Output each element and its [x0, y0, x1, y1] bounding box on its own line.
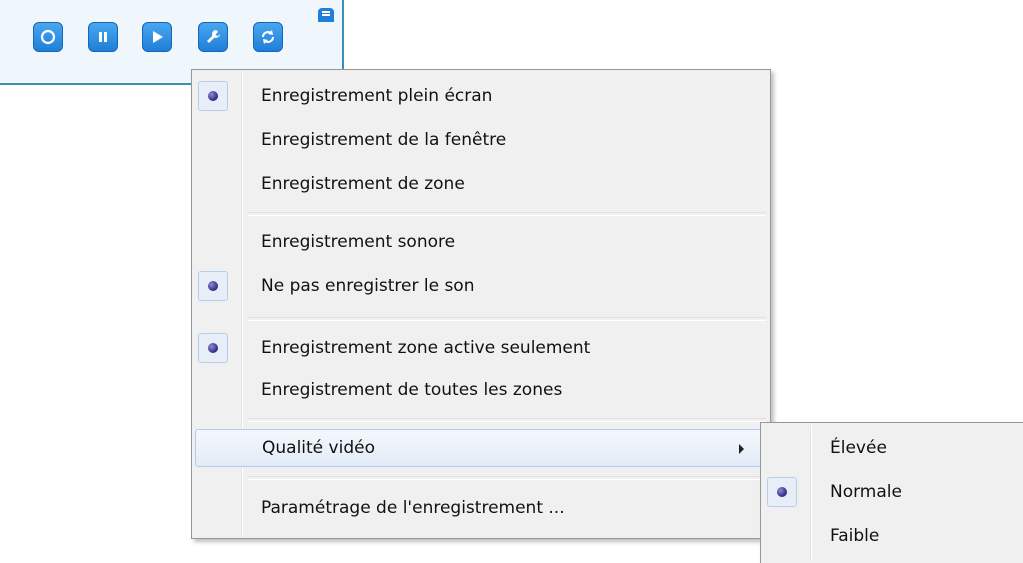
play-icon: [153, 31, 163, 43]
menu-item-label: Enregistrement de toutes les zones: [261, 380, 563, 400]
play-button[interactable]: [142, 22, 172, 52]
menu-item-all-zones[interactable]: Enregistrement de toutes les zones: [195, 371, 767, 409]
submenu-item-label: Faible: [830, 526, 880, 546]
radio-check-icon: [198, 81, 228, 111]
menu-item-fullscreen[interactable]: Enregistrement plein écran: [195, 77, 767, 115]
menu-separator: [248, 418, 766, 422]
menu-item-recording-settings[interactable]: Paramétrage de l'enregistrement ...: [195, 489, 767, 527]
drag-handle[interactable]: [318, 8, 334, 22]
record-icon: [40, 29, 56, 45]
menu-item-no-sound[interactable]: Ne pas enregistrer le son: [195, 267, 767, 305]
menu-item-video-quality[interactable]: Qualité vidéo: [195, 429, 767, 467]
menu-item-sound[interactable]: Enregistrement sonore: [195, 223, 767, 261]
menu-item-label: Paramétrage de l'enregistrement ...: [261, 498, 565, 518]
radio-check-icon: [767, 477, 797, 507]
menu-item-label: Enregistrement de la fenêtre: [261, 130, 507, 150]
menu-item-zone[interactable]: Enregistrement de zone: [195, 165, 767, 203]
wrench-icon: [207, 30, 220, 43]
menu-item-window[interactable]: Enregistrement de la fenêtre: [195, 121, 767, 159]
video-quality-submenu: Élevée Normale Faible: [760, 422, 1023, 563]
radio-check-icon: [198, 333, 228, 363]
submenu-arrow-icon: [739, 444, 744, 454]
menu-separator: [248, 317, 766, 321]
menu-item-label: Ne pas enregistrer le son: [261, 276, 475, 296]
menu-item-label: Enregistrement plein écran: [261, 86, 493, 106]
submenu-item-label: Élevée: [830, 438, 887, 458]
menu-item-active-zone[interactable]: Enregistrement zone active seulement: [195, 329, 767, 367]
context-menu: Enregistrement plein écran Enregistremen…: [191, 69, 771, 539]
submenu-item-high[interactable]: Élevée: [764, 429, 1020, 467]
submenu-item-low[interactable]: Faible: [764, 517, 1020, 555]
settings-button[interactable]: [198, 22, 228, 52]
radio-check-icon: [198, 271, 228, 301]
pause-button[interactable]: [88, 22, 118, 52]
pause-icon: [99, 32, 107, 42]
submenu-item-normal[interactable]: Normale: [764, 473, 1020, 511]
record-button[interactable]: [33, 22, 63, 52]
loop-button[interactable]: [253, 22, 283, 52]
menu-item-label: Enregistrement zone active seulement: [261, 338, 591, 358]
menu-item-label: Enregistrement de zone: [261, 174, 465, 194]
menu-separator: [248, 476, 766, 480]
submenu-item-label: Normale: [830, 482, 902, 502]
menu-item-label: Qualité vidéo: [262, 438, 375, 458]
loop-icon: [262, 30, 274, 44]
menu-item-label: Enregistrement sonore: [261, 232, 456, 252]
menu-separator: [248, 212, 766, 216]
